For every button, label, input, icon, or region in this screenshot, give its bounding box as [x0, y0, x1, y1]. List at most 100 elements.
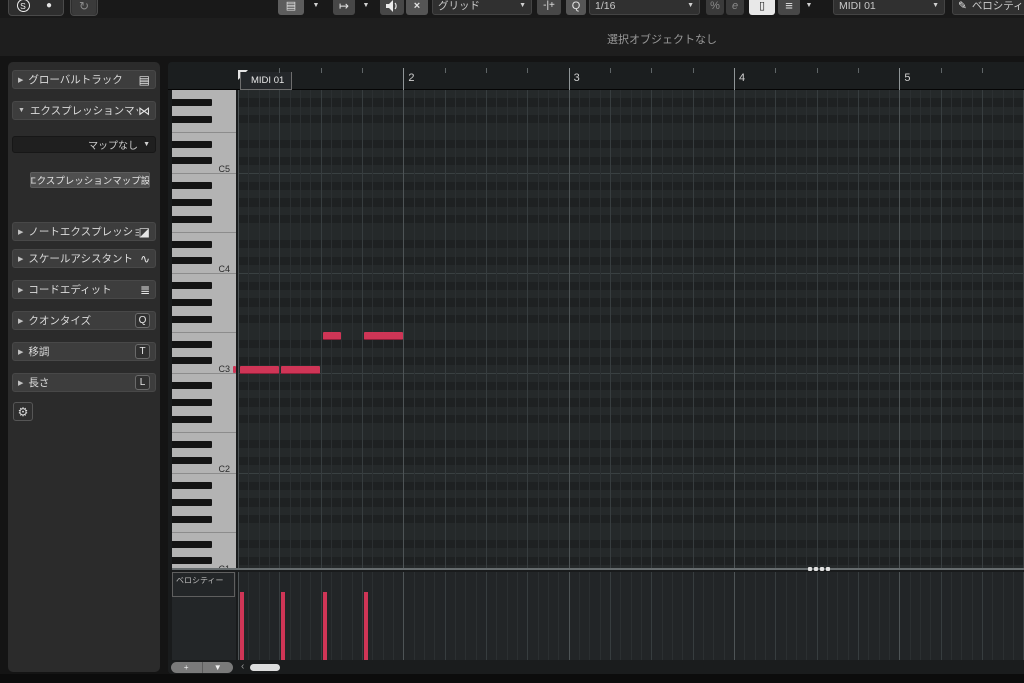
white-key-separator: [172, 332, 236, 333]
midi-note[interactable]: [323, 332, 341, 340]
sidebar-section-scale-assistant[interactable]: ▶スケールアシスタント∿: [12, 249, 156, 268]
velocity-controller-button[interactable]: ✎ ベロシティ: [952, 0, 1024, 15]
grid-line: [899, 572, 900, 660]
sidebar-section-quantize[interactable]: ▶クオンタイズQ: [12, 311, 156, 330]
grid-line: [321, 572, 322, 660]
black-key[interactable]: [172, 341, 212, 348]
sidebar-section-global-tracks[interactable]: ▶グローバルトラック▤: [12, 70, 156, 89]
grid-line: [889, 90, 890, 570]
autoscroll-button[interactable]: ↦: [333, 0, 355, 15]
grid-line: [817, 572, 818, 660]
black-key[interactable]: [172, 299, 212, 306]
horizontal-scrollbar-thumb[interactable]: [250, 664, 280, 671]
black-key[interactable]: [172, 516, 212, 523]
black-key[interactable]: [172, 382, 212, 389]
swing-quantize-button[interactable]: %: [706, 0, 724, 15]
sidebar-section-transpose[interactable]: ▶移調T: [12, 342, 156, 361]
velocity-bar[interactable]: [240, 592, 244, 660]
sidebar-section-chord-edit[interactable]: ▶コードエディット≣: [12, 280, 156, 299]
black-key[interactable]: [172, 99, 212, 106]
black-key[interactable]: [172, 199, 212, 206]
piano-keyboard[interactable]: C5C4C3C2C1: [172, 90, 236, 570]
grid-type-dropdown[interactable]: グリッド ▼: [432, 0, 532, 15]
sidebar-section-length[interactable]: ▶長さL: [12, 373, 156, 392]
show-part-borders-button[interactable]: ▯: [749, 0, 775, 15]
black-key[interactable]: [172, 441, 212, 448]
black-key[interactable]: [172, 357, 212, 364]
grid-line: [279, 90, 280, 570]
velocity-lane[interactable]: [238, 572, 1024, 660]
sidebar-section-note-expression[interactable]: ▶ノートエクスプレッション◪: [12, 222, 156, 241]
grid-line: [569, 90, 570, 570]
ruler-beat-tick: [610, 68, 611, 73]
quantize-preset-dropdown[interactable]: 1/16 ▼: [589, 0, 700, 15]
active-part-dropdown[interactable]: ▼: [801, 0, 817, 15]
iterative-quantize-button[interactable]: e: [726, 0, 744, 15]
lane-splitter[interactable]: [172, 568, 1024, 570]
add-lane-button[interactable]: +: [171, 662, 203, 673]
grid-line: [310, 90, 311, 570]
midi-note[interactable]: [281, 366, 320, 374]
solo-icon: S: [17, 0, 30, 12]
retrospective-record-button[interactable]: ↻: [72, 0, 96, 15]
grid-line: [899, 90, 900, 570]
scroll-left-arrow[interactable]: ‹: [241, 661, 244, 672]
part-name-tag[interactable]: MIDI 01: [240, 72, 292, 90]
expression-map-settings-button[interactable]: エクスプレッションマップ設.: [30, 172, 150, 188]
black-key[interactable]: [172, 157, 212, 164]
black-key[interactable]: [172, 482, 212, 489]
nudge-buttons[interactable]: -|+: [537, 0, 561, 15]
black-key[interactable]: [172, 282, 212, 289]
quantize-icon-button[interactable]: Q: [566, 0, 586, 15]
black-key[interactable]: [172, 182, 212, 189]
editor-settings-button[interactable]: ⚙: [13, 402, 33, 421]
grid-line: [682, 572, 683, 660]
midi-note[interactable]: [240, 366, 279, 374]
ruler-bar-tick: [734, 68, 735, 90]
velocity-lane-label[interactable]: ベロシティー: [172, 572, 235, 597]
keyboard-focus-dropdown[interactable]: ▼: [306, 0, 326, 15]
black-key[interactable]: [172, 316, 212, 323]
grid-line: [920, 572, 921, 660]
grid-line: [269, 90, 270, 570]
grid-line: [848, 572, 849, 660]
black-key[interactable]: [172, 499, 212, 506]
black-key[interactable]: [172, 216, 212, 223]
grid-line: [734, 572, 735, 660]
edit-active-part-button[interactable]: ≡: [778, 0, 800, 15]
timeline-ruler[interactable]: MIDI 01 2345: [168, 62, 1024, 90]
note-grid[interactable]: [238, 90, 1024, 570]
black-key[interactable]: [172, 541, 212, 548]
grid-line: [662, 572, 663, 660]
expression-map-select[interactable]: マップなし ▼: [12, 136, 156, 153]
midi-note[interactable]: [364, 332, 403, 340]
black-key[interactable]: [172, 116, 212, 123]
grid-line: [321, 90, 322, 570]
grid-line: [982, 572, 983, 660]
grid-line: [920, 90, 921, 570]
black-key[interactable]: [172, 141, 212, 148]
left-zone-sidebar: ▶グローバルトラック▤ ▼エクスプレッションマップ⋈ マップなし ▼ エクスプレッ…: [8, 62, 160, 672]
autoscroll-dropdown[interactable]: ▼: [357, 0, 375, 15]
grid-line: [259, 572, 260, 660]
black-key[interactable]: [172, 416, 212, 423]
acoustic-feedback-button[interactable]: [380, 0, 404, 15]
black-key[interactable]: [172, 557, 212, 564]
grid-line: [362, 90, 363, 570]
black-key[interactable]: [172, 399, 212, 406]
velocity-bar[interactable]: [281, 592, 285, 660]
sidebar-section-label: コードエディット: [28, 282, 140, 297]
keyboard-focus-button[interactable]: ▤: [278, 0, 304, 15]
solo-editor-button[interactable]: S: [11, 0, 35, 15]
grid-line: [672, 90, 673, 570]
lane-select-button[interactable]: ▼: [203, 662, 234, 673]
velocity-bar[interactable]: [323, 592, 327, 660]
black-key[interactable]: [172, 241, 212, 248]
velocity-bar[interactable]: [364, 592, 368, 660]
black-key[interactable]: [172, 457, 212, 464]
sidebar-section-expression-map[interactable]: ▼エクスプレッションマップ⋈: [12, 101, 156, 120]
black-key[interactable]: [172, 257, 212, 264]
record-in-editor-button[interactable]: ●: [37, 0, 61, 15]
part-selector-dropdown[interactable]: MIDI 01 ▼: [833, 0, 945, 15]
note-expression-data-button[interactable]: ×: [406, 0, 428, 15]
